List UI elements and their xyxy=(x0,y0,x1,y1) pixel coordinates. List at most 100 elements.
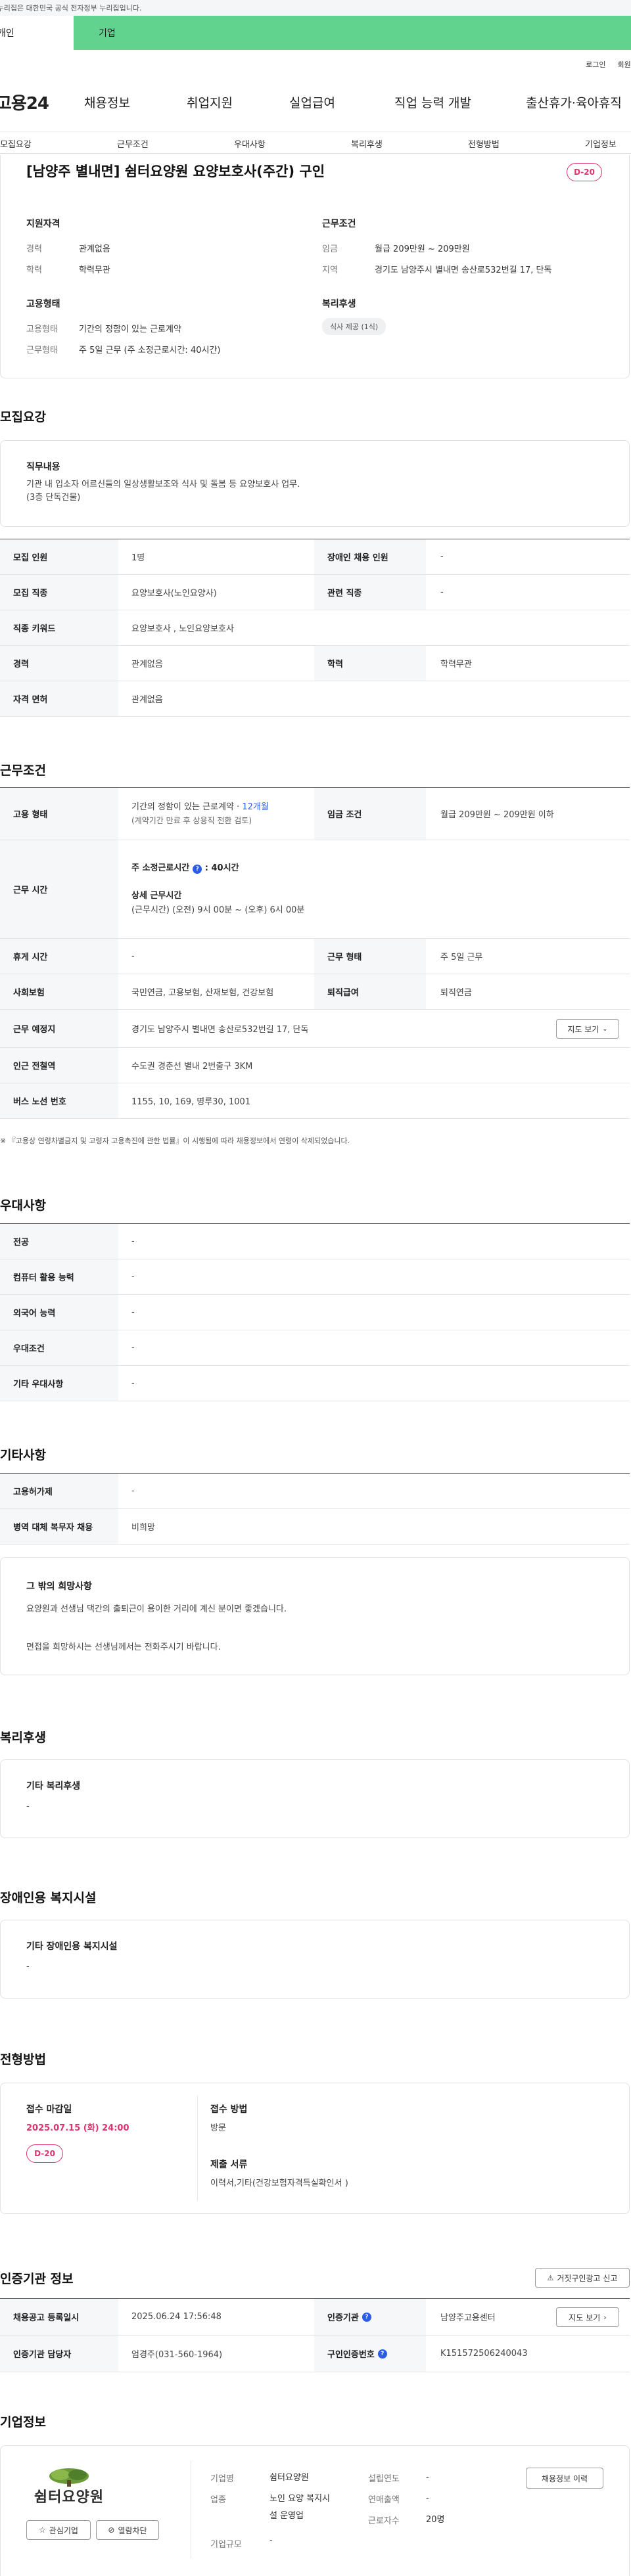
company-logo: 쉼터요양원 xyxy=(26,2467,112,2509)
table-row: 휴게 시간 - 근무 형태 주 5일 근무 xyxy=(0,939,630,974)
wish-box xyxy=(0,1557,630,1675)
cert-table: 채용공고 등록일시 2025.06.24 17:56:48 인증기관? 남양주고… xyxy=(0,2298,630,2372)
recruit-th: 직종 키워드 xyxy=(0,610,118,645)
table-row: 직종 키워드 요양보호사 , 노인요양보호사 xyxy=(0,610,630,646)
recruit-td: 요양보호사 , 노인요양보호사 xyxy=(131,624,234,634)
site-logo[interactable]: 고용24 xyxy=(0,90,49,114)
prefer-section-title: 우대사항 xyxy=(0,1198,46,1213)
map-view-button[interactable]: 지도 보기 ⌄ xyxy=(556,1019,619,1039)
gnb-item-unemployment-benefit[interactable]: 실업급여 xyxy=(289,93,335,111)
util-links: 로그인 회원가입 xyxy=(586,59,631,70)
work-time-value: 주 소정근로시간? : 40시간 상세 근무시간 (근무시간) (오전) 9시 … xyxy=(131,840,630,938)
prefer-td: - xyxy=(131,1307,135,1317)
tab-business[interactable]: 기업 xyxy=(74,16,631,50)
prefer-th: 우대조건 xyxy=(0,1330,118,1365)
anchor-work[interactable]: 근무조건 xyxy=(117,137,149,150)
company-section-title: 기업정보 xyxy=(0,2415,46,2429)
recruit-td: 1명 xyxy=(131,553,145,563)
prefer-th: 컴퓨터 활용 능력 xyxy=(0,1259,118,1294)
table-row: 우대조건 - xyxy=(0,1330,630,1366)
work-th: 사회보험 xyxy=(0,974,118,1009)
recruit-td: 요양보호사(노인요양사) xyxy=(131,589,217,599)
recruit-section-title: 모집요강 xyxy=(0,410,46,424)
anchor-prefer[interactable]: 우대사항 xyxy=(234,137,266,150)
chevron-down-icon: ⌄ xyxy=(602,1025,608,1033)
table-row: 인근 전철역 수도권 경춘선 별내 2번출구 3KM xyxy=(0,1048,630,1083)
favorite-company-button[interactable]: ☆ 관심기업 xyxy=(26,2520,91,2540)
recruit-td: 관계없음 xyxy=(131,695,163,705)
table-row: 고용 형태 기간의 정함이 있는 근로계약 · 12개월 (계약기간 만료 후 … xyxy=(0,788,630,840)
deadline-label: 접수 마감일 xyxy=(26,2104,72,2115)
hiring-history-button[interactable]: 채용정보 이력 xyxy=(526,2468,603,2489)
wish-title: 그 밖의 희망사항 xyxy=(26,1581,92,1592)
recruit-td: - xyxy=(440,552,444,562)
anchor-screening[interactable]: 전형방법 xyxy=(468,137,500,150)
work-time-label: 근무 시간 xyxy=(0,840,118,938)
signup-link[interactable]: 회원가입 xyxy=(618,59,631,70)
recruit-td: 학력무관 xyxy=(440,660,472,669)
cert-reg-label: 채용공고 등록일시 xyxy=(0,2299,118,2335)
work-th: 버스 노선 번호 xyxy=(0,1083,118,1118)
summary-work-form-value: 주 5일 근무 (주 소정근로시간: 40시간) xyxy=(79,346,221,355)
help-icon[interactable]: ? xyxy=(377,2349,387,2359)
work-th: 근무 형태 xyxy=(314,939,426,974)
recruit-th: 모집 인원 xyxy=(0,539,118,574)
summary-emp-head: 고용형태 xyxy=(26,299,60,309)
table-row: 인증기관 담당자 엄경주(031-560-1964) 구인인증번호? K1515… xyxy=(0,2336,630,2372)
company-size-label: 기업규모 xyxy=(210,2540,242,2550)
anchor-welfare[interactable]: 복리후생 xyxy=(351,137,383,150)
org-map-button[interactable]: 지도 보기 › xyxy=(556,2307,619,2327)
work-detail-value: (근무시간) (오전) 9시 00분 ~ (오후) 6시 00분 xyxy=(131,905,305,915)
block-icon: ⊘ xyxy=(108,2525,115,2535)
block-view-button[interactable]: ⊘ 열람차단 xyxy=(96,2520,159,2540)
deadline-value: 2025.07.15 (화) 24:00 xyxy=(26,2123,129,2133)
user-type-tabs: 개인 기업 xyxy=(0,16,631,50)
gnb-item-parental-leave[interactable]: 출산휴가·육아휴직 xyxy=(526,93,622,111)
work-weekly-label: 주 소정근로시간 xyxy=(131,863,190,873)
summary-career-value: 관계없음 xyxy=(79,244,110,254)
welfare-box-title: 기타 복리후생 xyxy=(26,1781,81,1792)
company-founded-label: 설립연도 xyxy=(368,2474,400,2484)
company-name-value: 쉼터요양원 xyxy=(269,2473,309,2483)
table-row: 근무 시간 주 소정근로시간? : 40시간 상세 근무시간 (근무시간) (오… xyxy=(0,840,630,939)
gnb-item-jobs[interactable]: 채용정보 xyxy=(84,93,130,111)
star-icon: ☆ xyxy=(39,2525,46,2535)
work-td: 퇴직연금 xyxy=(440,988,472,998)
company-employees-label: 근로자수 xyxy=(368,2516,400,2526)
table-row: 근무 예정지 경기도 남양주시 별내면 송산로532번길 17, 단독 지도 보… xyxy=(0,1010,630,1048)
age-note: ※ 『고용상 연령차별금지 및 고령자 고용촉진에 관한 법률』이 시행됨에 따… xyxy=(0,1137,350,1145)
gnb-item-job-skills[interactable]: 직업 능력 개발 xyxy=(394,93,471,111)
work-th: 휴게 시간 xyxy=(0,939,118,974)
table-row: 병역 대체 복무자 채용 비희망 xyxy=(0,1509,630,1545)
work-td: 국민연금, 고용보험, 산재보험, 건강보험 xyxy=(131,988,274,998)
anchor-company[interactable]: 기업정보 xyxy=(585,137,617,150)
screening-box xyxy=(0,2083,630,2214)
prefer-td: - xyxy=(131,1236,135,1246)
cert-section-title: 인증기관 정보 xyxy=(0,2272,74,2286)
work-section-title: 근무조건 xyxy=(0,763,46,778)
work-th: 퇴직급여 xyxy=(314,974,426,1009)
table-row: 기타 우대사항 - xyxy=(0,1366,630,1401)
prefer-th: 외국어 능력 xyxy=(0,1295,118,1330)
report-false-ad-button[interactable]: ⚠ 거짓구인광고 신고 xyxy=(535,2268,630,2288)
login-link[interactable]: 로그인 xyxy=(586,59,605,70)
recruit-th: 관련 직종 xyxy=(314,575,426,610)
summary-region-value: 경기도 남양주시 별내면 송산로532번길 17, 단독 xyxy=(375,265,552,275)
summary-edu-label: 학력 xyxy=(26,265,42,275)
help-icon[interactable]: ? xyxy=(362,2312,371,2322)
prefer-th: 기타 우대사항 xyxy=(0,1366,118,1401)
work-wage-label: 임금 조건 xyxy=(314,788,426,840)
recruit-th: 경력 xyxy=(0,646,118,681)
disabled-box-value: - xyxy=(26,1962,30,1972)
prefer-table: 전공 - 컴퓨터 활용 능력 - 외국어 능력 - 우대조건 - 기타 우대사항… xyxy=(0,1223,630,1401)
chevron-right-icon: › xyxy=(603,2313,607,2322)
help-icon[interactable]: ? xyxy=(193,864,202,874)
duty-line-1: 기관 내 입소자 어르신들의 일상생활보조와 식사 및 돌봄 등 요양보호사 업… xyxy=(26,480,300,489)
welfare-section-title: 복리후생 xyxy=(0,1730,46,1745)
anchor-recruit[interactable]: 모집요강 xyxy=(0,137,32,150)
work-weekly-value: 40시간 xyxy=(211,863,239,873)
etc-section-title: 기타사항 xyxy=(0,1448,46,1462)
tab-personal[interactable]: 개인 xyxy=(0,16,74,50)
summary-welfare-head: 복리후생 xyxy=(322,299,356,309)
gnb-item-employment-support[interactable]: 취업지원 xyxy=(187,93,233,111)
